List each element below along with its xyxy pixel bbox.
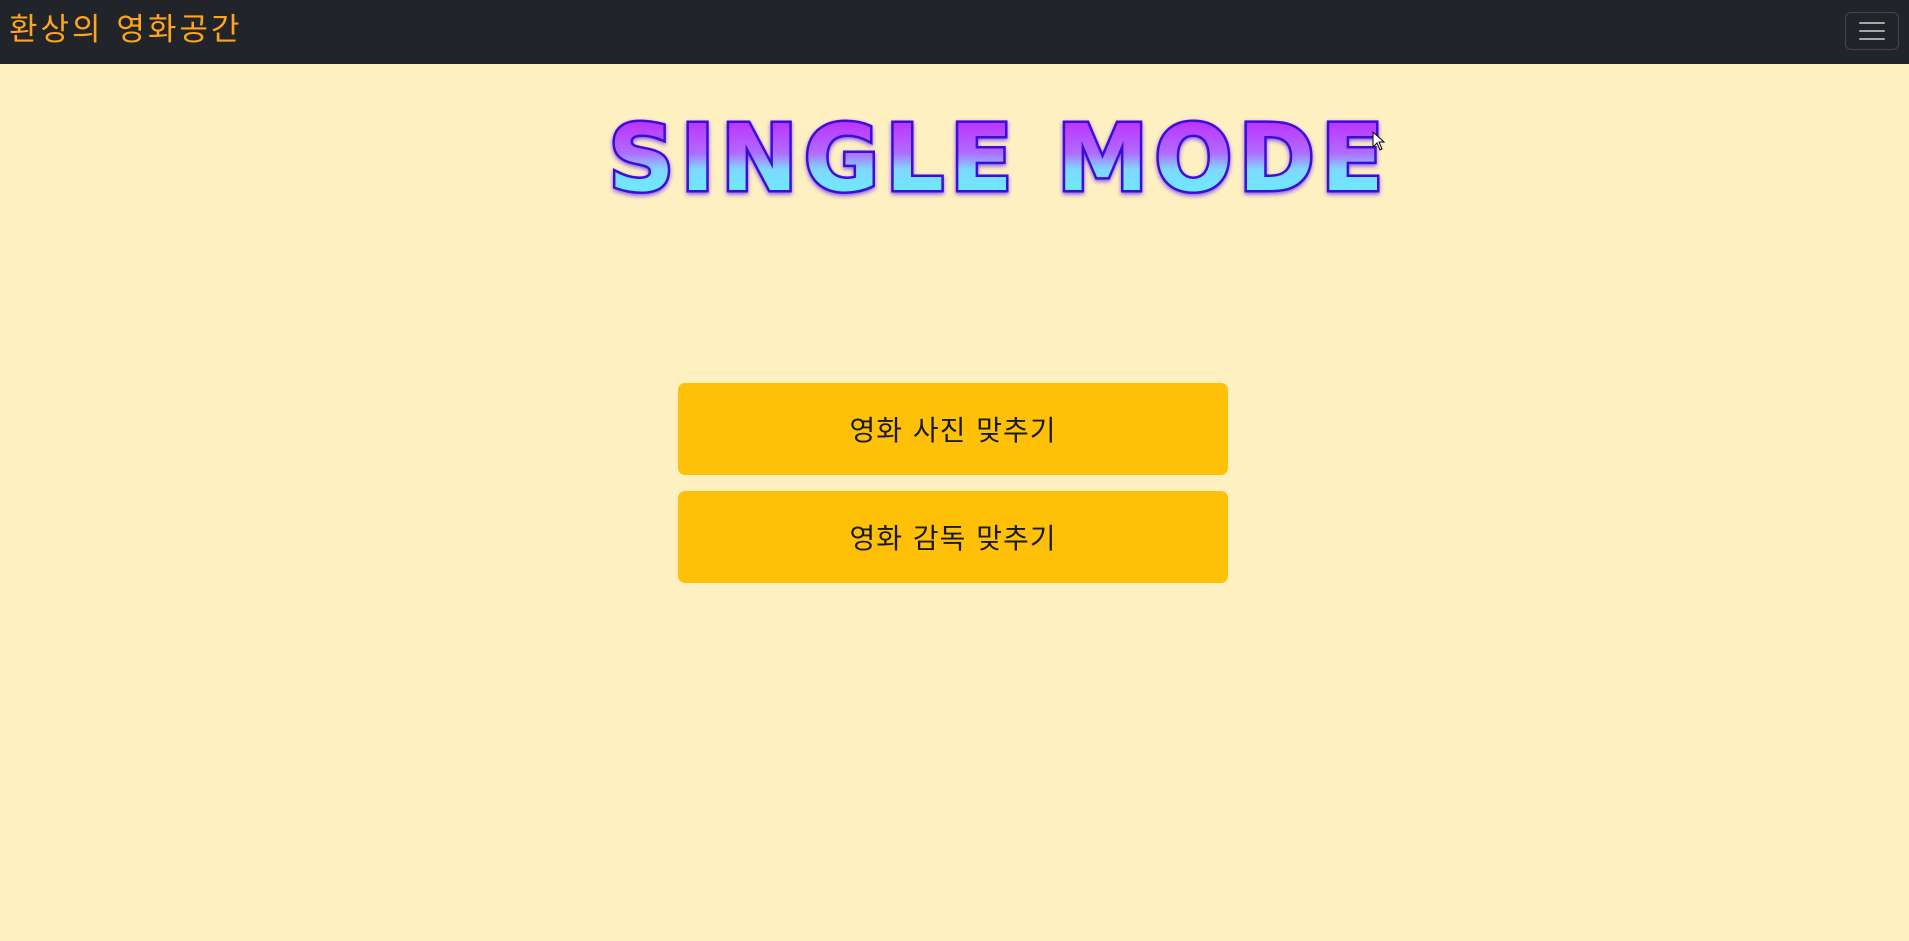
navbar-toggler-button[interactable] [1845, 12, 1899, 50]
hamburger-menu-icon [1859, 30, 1885, 32]
movie-director-quiz-button[interactable]: 영화 감독 맞추기 [678, 491, 1228, 583]
site-brand[interactable]: 환상의 영화공간 [9, 8, 243, 52]
page-title: SINGLE MODE [604, 108, 1394, 204]
movie-photo-quiz-button[interactable]: 영화 사진 맞추기 [678, 383, 1228, 475]
top-navbar: 환상의 영화공간 [0, 0, 1909, 64]
title-text: SINGLE MODE [608, 108, 1389, 204]
mouse-cursor-icon [1372, 131, 1386, 151]
hamburger-menu-icon [1859, 38, 1885, 40]
hamburger-menu-icon [1859, 22, 1885, 24]
